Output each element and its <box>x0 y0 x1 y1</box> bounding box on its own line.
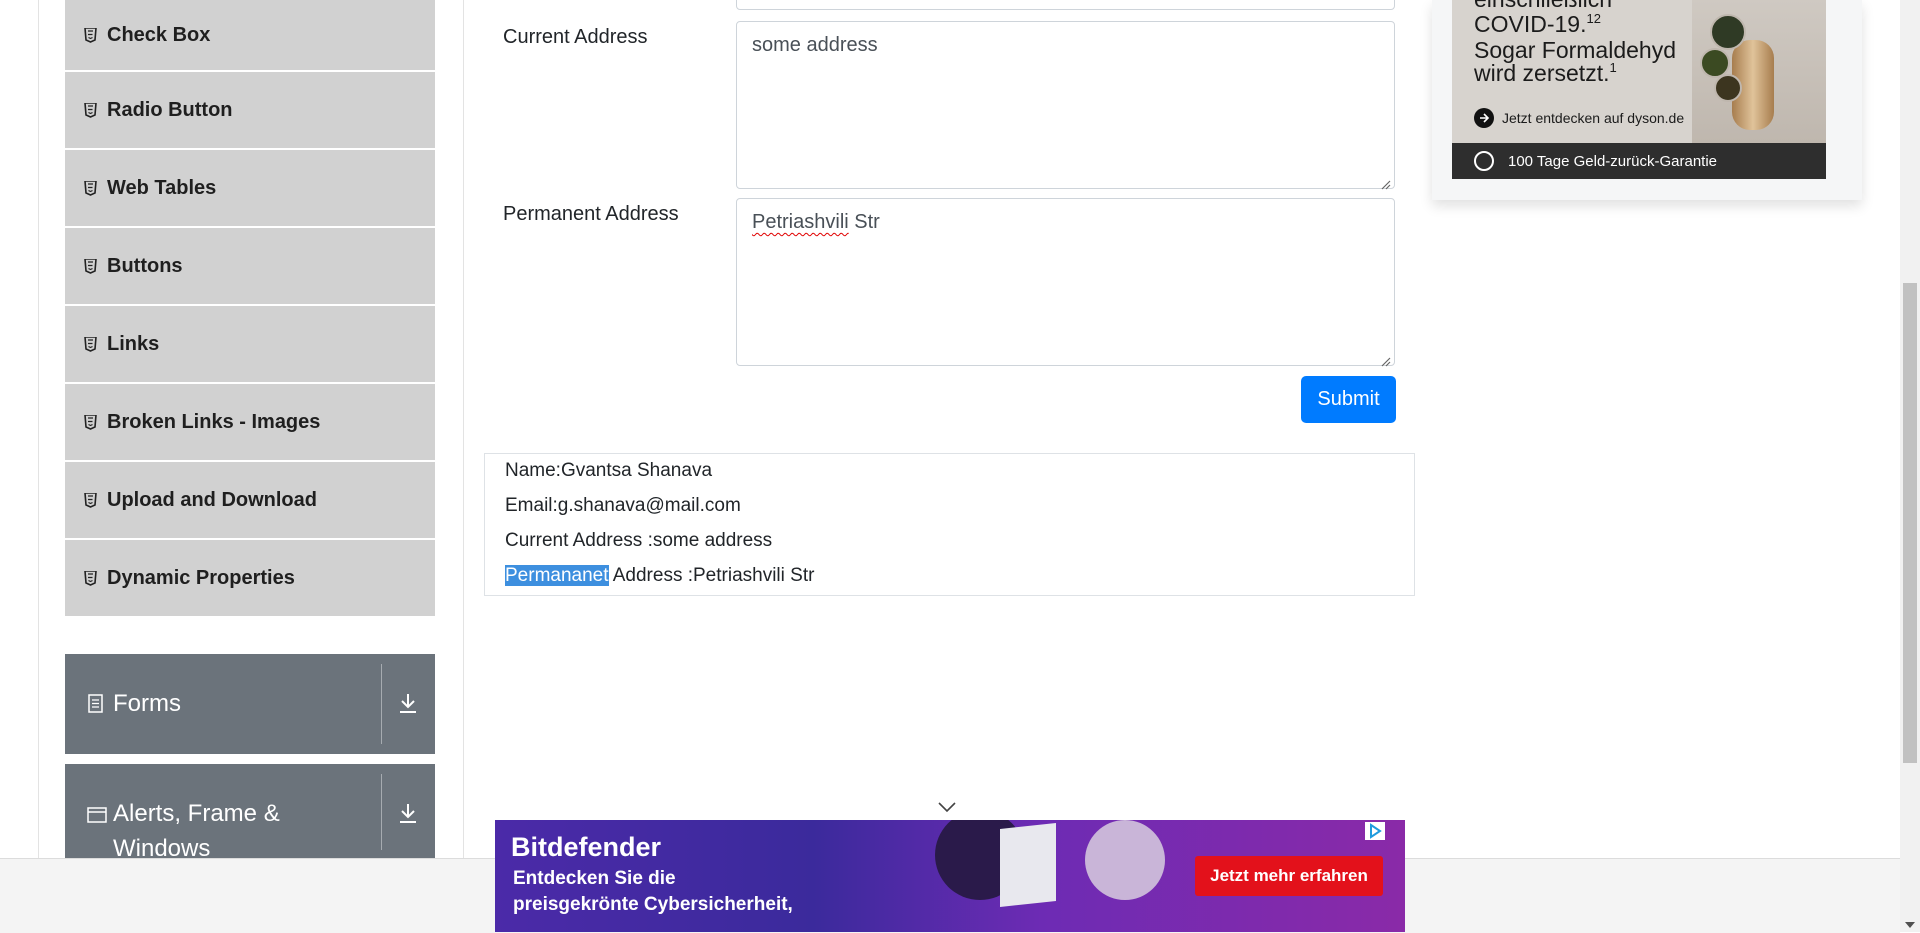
email-field[interactable] <box>736 0 1395 10</box>
permanent-address-value: Str <box>848 211 880 233</box>
permanent-address-value-misspelled: Petriashvili <box>752 211 849 233</box>
ad-product-image <box>1692 0 1826 143</box>
sidebar-item-web-tables[interactable]: Web Tables <box>65 150 435 228</box>
dyson-ad[interactable]: einschließlich COVID-19.12 Sogar Formald… <box>1432 0 1862 200</box>
sidebar-item-label: Broken Links - Images <box>107 410 321 433</box>
current-address-label: Current Address <box>503 26 648 48</box>
html5-icon <box>83 492 97 508</box>
ad-text-line: wird zersetzt.1 <box>1474 60 1617 86</box>
sidebar-item-label: Web Tables <box>107 176 217 199</box>
sidebar-item-broken-links[interactable]: Broken Links - Images <box>65 384 435 462</box>
ad-headline: Entdecken Sie die <box>513 868 676 889</box>
output-current-address: Current Address :some address <box>505 530 773 551</box>
html5-icon <box>83 336 97 352</box>
sidebar-item-radio-button[interactable]: Radio Button <box>65 72 435 150</box>
ad-cta-link[interactable]: Jetzt entdecken auf dyson.de <box>1474 108 1684 128</box>
selected-text: Permananet <box>505 565 609 586</box>
permanent-address-label: Permanent Address <box>503 203 679 225</box>
sidebar-item-label: Links <box>107 332 160 355</box>
sidebar-item-check-box[interactable]: Check Box <box>65 0 435 72</box>
arrow-right-icon <box>1474 108 1494 128</box>
sidebar-item-links[interactable]: Links <box>65 306 435 384</box>
sidebar-item-label: Dynamic Properties <box>107 566 295 589</box>
group-header-forms[interactable]: Forms <box>65 654 435 754</box>
ad-product-box <box>1000 823 1056 907</box>
adchoices-icon[interactable] <box>1365 822 1385 840</box>
sidebar-left-border <box>38 0 39 860</box>
output-email: Email:g.shanava@mail.com <box>505 495 741 516</box>
sidebar-item-label: Radio Button <box>107 98 233 121</box>
ad-cta-button[interactable]: Jetzt mehr erfahren <box>1195 856 1383 896</box>
output-name: Name:Gvantsa Shanava <box>505 460 713 481</box>
elements-menu: Check Box Radio Button Web Tables Button… <box>65 0 435 618</box>
ad-headline: preisgekrönte Cybersicherheit, <box>513 894 793 915</box>
sidebar-item-upload-download[interactable]: Upload and Download <box>65 462 435 540</box>
current-address-textarea[interactable]: some address <box>736 21 1395 190</box>
html5-icon <box>83 414 97 430</box>
window-icon <box>87 806 107 826</box>
sidebar-item-dynamic-properties[interactable]: Dynamic Properties <box>65 540 435 618</box>
resize-handle-icon[interactable] <box>1379 173 1391 190</box>
sidebar-item-label: Buttons <box>107 254 183 277</box>
group-label: Forms <box>113 690 181 717</box>
bitdefender-ad[interactable]: Bitdefender Entdecken Sie die preisgekrö… <box>495 820 1405 932</box>
chevron-down-icon[interactable] <box>937 800 957 813</box>
permanent-address-textarea[interactable]: Petriashvili Str <box>736 198 1395 367</box>
scrollbar-thumb[interactable] <box>1903 283 1917 763</box>
output-permanent-address-rest: Address :Petriashvili Str <box>608 565 815 586</box>
download-icon[interactable] <box>395 690 425 720</box>
scroll-down-icon[interactable] <box>1905 922 1915 928</box>
ad-banner: einschließlich COVID-19.12 Sogar Formald… <box>1452 0 1826 179</box>
bitdefender-logo: Bitdefender <box>511 832 662 862</box>
ad-guarantee-bar: 100 Tage Geld-zurück-Garantie <box>1452 143 1826 179</box>
sidebar-item-label: Check Box <box>107 23 211 46</box>
resize-handle-icon[interactable] <box>1379 350 1391 367</box>
output-permanent-address: Permananet Address :Petriashvili Str <box>505 565 814 587</box>
html5-icon <box>83 570 97 586</box>
group-header-alerts-frame-windows[interactable]: Alerts, Frame & Windows <box>65 764 435 862</box>
html5-icon <box>83 102 97 118</box>
download-icon[interactable] <box>395 800 425 830</box>
html5-icon <box>83 180 97 196</box>
current-address-value: some address <box>752 34 878 56</box>
output-panel: Name:Gvantsa Shanava Email:g.shanava@mai… <box>484 453 1415 596</box>
group-divider <box>381 774 382 850</box>
group-divider <box>381 664 382 744</box>
ad-text-line: COVID-19.12 <box>1474 11 1601 37</box>
form-icon <box>87 694 107 714</box>
sidebar-item-label: Upload and Download <box>107 488 317 511</box>
sidebar-right-border <box>463 0 464 860</box>
html5-icon <box>83 258 97 274</box>
ad-person-image <box>1085 820 1165 900</box>
page-scrollbar[interactable] <box>1900 0 1920 932</box>
money-back-icon <box>1474 151 1494 171</box>
group-label: Alerts, Frame & <box>113 800 280 827</box>
html5-icon <box>83 27 97 43</box>
sidebar-item-buttons[interactable]: Buttons <box>65 228 435 306</box>
submit-button[interactable]: Submit <box>1301 376 1396 423</box>
